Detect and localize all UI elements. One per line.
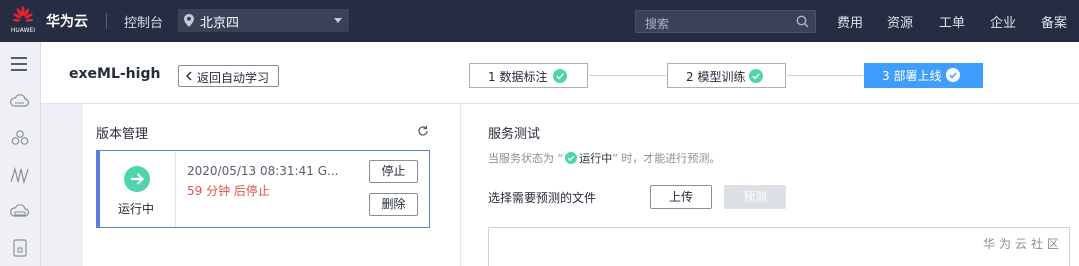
server-icon[interactable] xyxy=(9,203,31,221)
check-circle-icon xyxy=(553,69,567,83)
nav-tickets[interactable]: 工单 xyxy=(939,12,965,31)
search-placeholder: 搜索 xyxy=(645,17,670,31)
cluster-icon[interactable] xyxy=(9,129,31,147)
nav-resources[interactable]: 资源 xyxy=(887,12,913,31)
check-circle-icon xyxy=(946,68,960,82)
step-deploy[interactable]: 3 部署上线 xyxy=(864,63,983,88)
version-card[interactable]: 运行中 2020/05/13 08:31:41 G... 59 分钟 后停止 停… xyxy=(96,150,430,228)
service-test-title: 服务测试 xyxy=(488,127,541,142)
step-data-labeling[interactable]: 1 数据标注 xyxy=(469,63,588,88)
brand-name[interactable]: 华为云 xyxy=(46,11,88,31)
chevron-down-icon xyxy=(334,18,342,23)
hint-prefix: 当服务状态为 “ xyxy=(488,152,564,165)
search-input[interactable]: 搜索 xyxy=(635,10,816,33)
check-circle-icon xyxy=(565,152,578,164)
hint-suffix: ” 时，才能进行预测。 xyxy=(612,152,721,165)
console-link[interactable]: 控制台 xyxy=(124,12,163,31)
step-connector xyxy=(589,75,666,76)
back-button-label: 返回自动学习 xyxy=(197,71,270,85)
delete-button[interactable]: 删除 xyxy=(369,193,418,216)
version-panel-title: 版本管理 xyxy=(96,127,149,142)
model-icon[interactable] xyxy=(9,166,31,184)
service-hint: 当服务状态为 “ 运行中” 时，才能进行预测。 xyxy=(488,150,720,166)
region-select[interactable]: 北京四 xyxy=(178,9,349,32)
huawei-logo[interactable]: HUAWEI xyxy=(8,5,38,37)
top-bar: HUAWEI 华为云 控制台 北京四 搜索 费用 资源 工单 企业 备案 xyxy=(0,0,1079,42)
side-rail xyxy=(0,42,41,266)
step-label: 1 数据标注 xyxy=(488,70,548,84)
hamburger-icon[interactable] xyxy=(9,55,31,73)
version-timestamp: 2020/05/13 08:31:41 G... xyxy=(187,164,339,178)
project-title: exeML-high xyxy=(69,66,161,82)
huawei-logo-text: HUAWEI xyxy=(10,27,36,34)
running-arrow-icon xyxy=(124,166,150,192)
watermark: 华为云社区 xyxy=(983,237,1064,251)
nav-enterprise[interactable]: 企业 xyxy=(990,12,1016,31)
auto-stop-countdown: 59 分钟 后停止 xyxy=(187,184,270,198)
step-label: 2 模型训练 xyxy=(686,70,746,84)
top-divider xyxy=(106,13,107,29)
file-select-label: 选择需要预测的文件 xyxy=(488,191,597,205)
device-icon[interactable] xyxy=(9,239,31,257)
hint-status: 运行中 xyxy=(579,152,613,165)
nav-filing[interactable]: 备案 xyxy=(1041,12,1067,31)
refresh-icon[interactable] xyxy=(417,125,429,137)
search-icon[interactable] xyxy=(796,15,809,28)
chevron-left-icon xyxy=(186,71,192,81)
predict-button[interactable]: 预测 xyxy=(724,185,786,209)
nav-billing[interactable]: 费用 xyxy=(837,12,863,31)
status-column: 运行中 xyxy=(97,151,176,227)
check-circle-icon xyxy=(749,69,763,83)
location-pin-icon xyxy=(184,14,194,27)
step-model-training[interactable]: 2 模型训练 xyxy=(667,63,786,88)
back-to-automl-button[interactable]: 返回自动学习 xyxy=(178,65,279,87)
upload-button[interactable]: 上传 xyxy=(650,185,712,209)
cloud-icon[interactable] xyxy=(9,92,31,110)
status-label: 运行中 xyxy=(118,202,155,216)
stop-button[interactable]: 停止 xyxy=(369,160,418,183)
step-label: 3 部署上线 xyxy=(882,69,942,83)
step-connector xyxy=(787,75,863,76)
region-label: 北京四 xyxy=(200,16,240,31)
huawei-logo-icon xyxy=(13,6,33,22)
